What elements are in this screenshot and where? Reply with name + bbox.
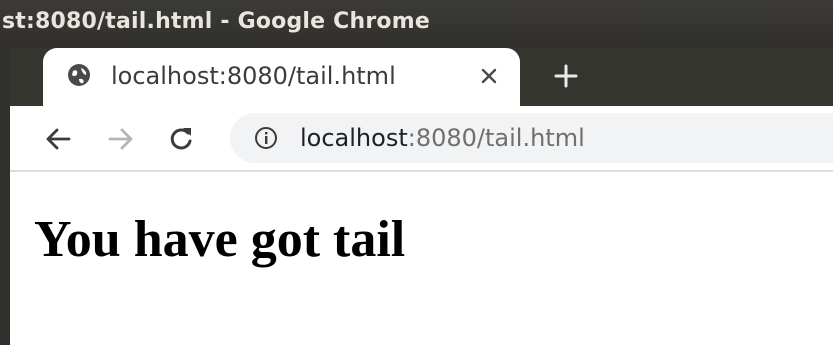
plus-icon[interactable] xyxy=(553,63,579,89)
close-icon[interactable] xyxy=(478,65,500,87)
toolbar-divider xyxy=(0,170,833,172)
window-title-bar[interactable]: st:8080/tail.html - Google Chrome xyxy=(0,0,833,48)
window-border xyxy=(0,48,10,345)
arrow-right-icon[interactable] xyxy=(106,124,136,154)
url-host: localhost xyxy=(300,124,408,152)
window-title: st:8080/tail.html - Google Chrome xyxy=(2,9,430,34)
globe-icon xyxy=(68,64,90,86)
address-bar-url[interactable]: localhost:8080/tail.html xyxy=(300,124,585,152)
tab-title: localhost:8080/tail.html xyxy=(111,62,396,90)
page-heading: You have got tail xyxy=(34,211,406,268)
info-icon[interactable] xyxy=(253,125,279,151)
reload-icon[interactable] xyxy=(166,124,196,154)
browser-window: st:8080/tail.html - Google Chrome localh… xyxy=(0,0,833,345)
url-path: :8080/tail.html xyxy=(407,124,585,152)
arrow-left-icon[interactable] xyxy=(43,124,73,154)
